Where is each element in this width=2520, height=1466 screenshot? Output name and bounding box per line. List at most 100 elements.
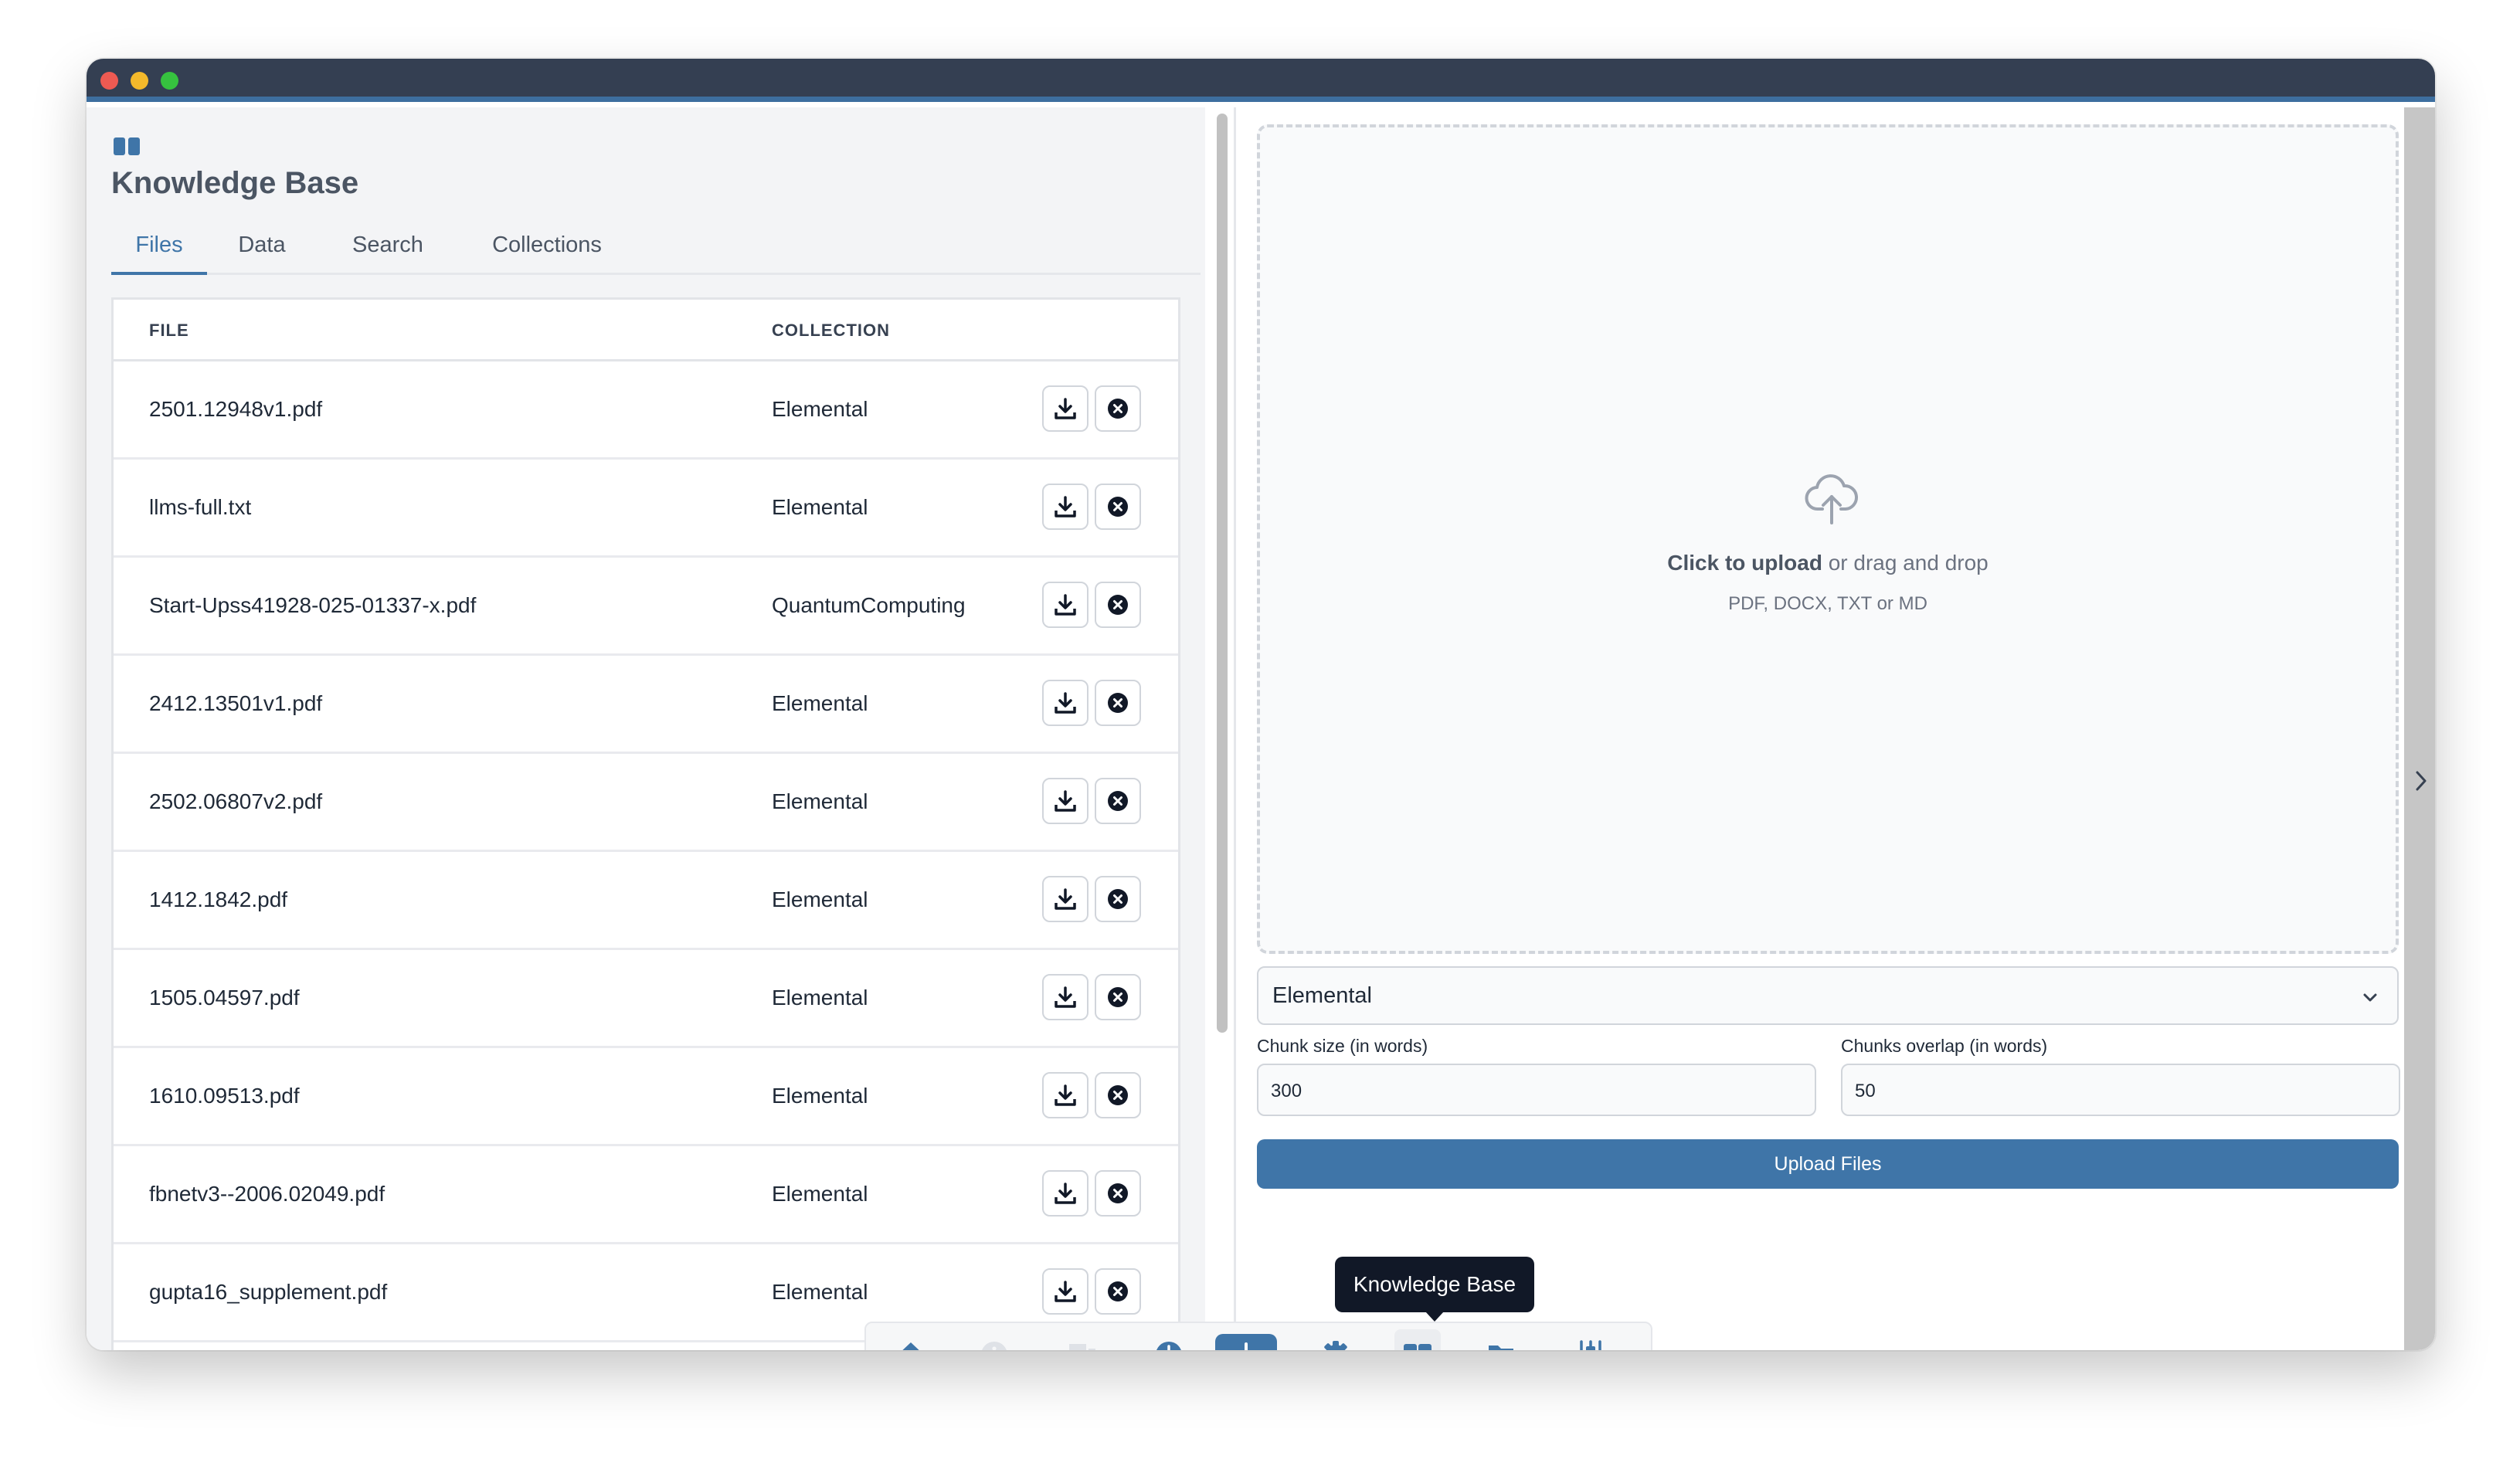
files-table: FILE COLLECTION 2501.12948v1.pdf Elementa… bbox=[111, 297, 1180, 1350]
file-name: 1412.1842.pdf bbox=[149, 887, 288, 911]
collection-name: Elemental bbox=[772, 397, 868, 421]
delete-icon bbox=[1108, 497, 1128, 517]
delete-button[interactable] bbox=[1095, 876, 1141, 922]
chunk-size-input[interactable]: 300 bbox=[1257, 1064, 1816, 1116]
tab-data[interactable]: Data bbox=[227, 215, 297, 275]
table-row[interactable]: 1505.04597.pdf Elemental bbox=[114, 950, 1178, 1048]
collection-name: Elemental bbox=[772, 495, 868, 519]
maximize-window-button[interactable] bbox=[161, 72, 178, 90]
file-name: 2502.06807v2.pdf bbox=[149, 789, 323, 813]
delete-button[interactable] bbox=[1095, 582, 1141, 628]
scrollbar-thumb[interactable] bbox=[1217, 114, 1228, 1033]
collection-name: Elemental bbox=[772, 1280, 868, 1304]
delete-button[interactable] bbox=[1095, 1170, 1141, 1217]
download-icon bbox=[1055, 1281, 1076, 1302]
table-header: FILE COLLECTION bbox=[114, 300, 1178, 361]
table-row[interactable]: 2502.06807v2.pdf Elemental bbox=[114, 754, 1178, 852]
dock-home-button[interactable] bbox=[891, 1335, 931, 1350]
chunk-overlap-value: 50 bbox=[1855, 1081, 1876, 1101]
folder-icon bbox=[1489, 1346, 1513, 1350]
chunk-overlap-input[interactable]: 50 bbox=[1841, 1064, 2400, 1116]
delete-icon bbox=[1108, 1183, 1128, 1203]
home-icon bbox=[902, 1342, 919, 1350]
table-row[interactable]: 2501.12948v1.pdf Elemental bbox=[114, 361, 1178, 460]
chunk-size-value: 300 bbox=[1271, 1081, 1302, 1101]
download-icon bbox=[1055, 692, 1076, 714]
app-window: Knowledge Base Files Data Search Collect… bbox=[87, 59, 2435, 1350]
download-button[interactable] bbox=[1042, 385, 1088, 432]
dock-preferences-button[interactable] bbox=[1571, 1335, 1611, 1350]
info-icon bbox=[982, 1342, 1007, 1350]
chat-icon bbox=[1069, 1344, 1095, 1350]
download-button[interactable] bbox=[1042, 876, 1088, 922]
collection-name: Elemental bbox=[772, 986, 868, 1010]
dock-files-button[interactable] bbox=[1482, 1335, 1523, 1350]
collection-select[interactable]: Elemental bbox=[1257, 966, 2399, 1025]
tab-collections[interactable]: Collections bbox=[477, 215, 616, 275]
file-name: 1505.04597.pdf bbox=[149, 986, 300, 1010]
collection-select-value: Elemental bbox=[1272, 983, 1372, 1008]
download-button[interactable] bbox=[1042, 680, 1088, 726]
download-button[interactable] bbox=[1042, 1072, 1088, 1118]
download-icon bbox=[1055, 790, 1076, 812]
file-name: gupta16_supplement.pdf bbox=[149, 1280, 388, 1304]
download-button[interactable] bbox=[1042, 1268, 1088, 1315]
sliders-icon bbox=[1580, 1340, 1601, 1350]
delete-button[interactable] bbox=[1095, 974, 1141, 1020]
file-name: 2501.12948v1.pdf bbox=[149, 397, 323, 421]
dock-settings-button[interactable] bbox=[1316, 1335, 1356, 1350]
dock-chat-button[interactable] bbox=[1062, 1335, 1102, 1350]
tab-files[interactable]: Files bbox=[111, 215, 207, 275]
delete-icon bbox=[1108, 399, 1128, 419]
chevron-right-icon[interactable] bbox=[2412, 768, 2430, 794]
delete-icon bbox=[1108, 1281, 1128, 1301]
delete-icon bbox=[1108, 693, 1128, 713]
delete-button[interactable] bbox=[1095, 484, 1141, 530]
upload-files-button[interactable]: Upload Files bbox=[1257, 1139, 2399, 1189]
delete-button[interactable] bbox=[1095, 385, 1141, 432]
supported-formats: PDF, DOCX, TXT or MD bbox=[1728, 593, 1927, 614]
download-icon bbox=[1055, 986, 1076, 1008]
dock-info-button[interactable] bbox=[974, 1335, 1014, 1350]
minimize-window-button[interactable] bbox=[131, 72, 148, 90]
download-button[interactable] bbox=[1042, 974, 1088, 1020]
tab-search[interactable]: Search bbox=[341, 215, 434, 275]
collection-name: QuantumComputing bbox=[772, 593, 966, 617]
download-icon bbox=[1055, 496, 1076, 518]
delete-icon bbox=[1108, 595, 1128, 615]
file-name: llms-full.txt bbox=[149, 495, 252, 519]
delete-button[interactable] bbox=[1095, 680, 1141, 726]
table-row[interactable]: Start-Upss41928-025-01337-x.pdf QuantumCo… bbox=[114, 558, 1178, 656]
upload-instructions: Click to upload or drag and drop bbox=[1260, 551, 2396, 575]
file-dropzone[interactable]: Click to upload or drag and drop PDF, DO… bbox=[1257, 124, 2399, 954]
collection-name: Elemental bbox=[772, 1182, 868, 1206]
delete-button[interactable] bbox=[1095, 1072, 1141, 1118]
download-button[interactable] bbox=[1042, 582, 1088, 628]
history-icon bbox=[1156, 1342, 1181, 1350]
upload-panel: Click to upload or drag and drop PDF, DO… bbox=[1238, 107, 2435, 1350]
download-icon bbox=[1055, 888, 1076, 910]
download-icon bbox=[1055, 1183, 1076, 1204]
download-icon bbox=[1055, 594, 1076, 616]
side-panel-toggle-strip[interactable] bbox=[2404, 107, 2435, 1350]
chevron-down-icon bbox=[2363, 993, 2377, 1002]
table-row[interactable]: 1610.09513.pdf Elemental bbox=[114, 1048, 1178, 1146]
delete-icon bbox=[1108, 1085, 1128, 1105]
download-button[interactable] bbox=[1042, 484, 1088, 530]
dock-new-button[interactable] bbox=[1215, 1334, 1277, 1350]
table-row[interactable]: llms-full.txt Elemental bbox=[114, 460, 1178, 558]
chunk-size-label: Chunk size (in words) bbox=[1257, 1036, 1428, 1056]
download-button[interactable] bbox=[1042, 1170, 1088, 1217]
table-row[interactable]: 1412.1842.pdf Elemental bbox=[114, 852, 1178, 950]
dock-knowledge-base-button[interactable] bbox=[1394, 1329, 1441, 1350]
tab-bar: Files Data Search Collections bbox=[111, 215, 1201, 275]
delete-button[interactable] bbox=[1095, 1268, 1141, 1315]
left-panel-scrollbar[interactable] bbox=[1208, 107, 1236, 1350]
dock-history-button[interactable] bbox=[1149, 1335, 1189, 1350]
close-window-button[interactable] bbox=[100, 72, 118, 90]
download-button[interactable] bbox=[1042, 778, 1088, 824]
table-row[interactable]: 2412.13501v1.pdf Elemental bbox=[114, 656, 1178, 754]
delete-button[interactable] bbox=[1095, 778, 1141, 824]
click-to-upload-text[interactable]: Click to upload bbox=[1667, 551, 1822, 575]
table-row[interactable]: fbnetv3--2006.02049.pdf Elemental bbox=[114, 1146, 1178, 1244]
